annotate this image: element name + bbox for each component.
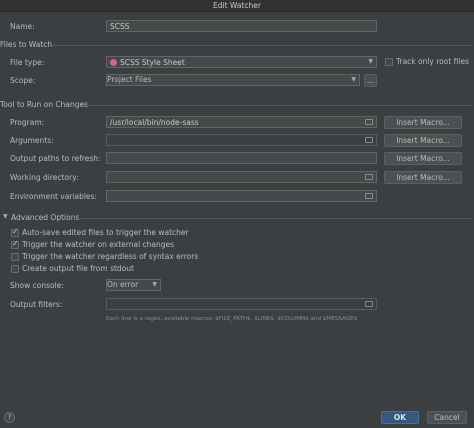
file-type-value: SCSS Style Sheet [120, 58, 185, 67]
external-changes-checkbox[interactable] [11, 239, 19, 249]
chevron-down-icon: ▼ [152, 281, 157, 288]
auto-save-checkbox[interactable] [11, 227, 19, 237]
program-label: Program: [10, 118, 45, 127]
stdout-label: Create output file from stdout [22, 264, 134, 273]
file-type-label: File type: [10, 58, 45, 67]
output-paths-label: Output paths to refresh: [10, 154, 101, 163]
env-vars-label: Environment variables: [10, 192, 97, 201]
chevron-down-icon: ▼ [351, 76, 356, 83]
advanced-separator [74, 218, 472, 219]
insert-macro-button-program[interactable]: Insert Macro... [384, 116, 462, 129]
cancel-button[interactable]: Cancel [427, 411, 467, 424]
output-filters-field[interactable] [106, 298, 377, 310]
title-bar: Edit Watcher [0, 0, 474, 12]
browse-icon[interactable] [365, 193, 373, 199]
working-dir-field[interactable] [106, 171, 377, 183]
file-type-dropdown[interactable]: SCSS Style Sheet ▼ [106, 56, 377, 68]
external-changes-label: Trigger the watcher on external changes [22, 240, 175, 249]
insert-macro-button-working-dir[interactable]: Insert Macro... [384, 171, 462, 184]
help-icon[interactable]: ? [4, 412, 15, 423]
output-paths-field[interactable] [106, 152, 377, 164]
chevron-down-icon: ▼ [368, 58, 373, 65]
auto-save-label: Auto-save edited files to trigger the wa… [22, 228, 189, 237]
sass-file-icon [110, 59, 117, 66]
working-dir-label: Working directory: [10, 173, 79, 182]
insert-macro-button-output-paths[interactable]: Insert Macro... [384, 152, 462, 165]
show-console-value: On error [107, 280, 139, 289]
name-field[interactable]: SCSS [106, 20, 377, 32]
output-filters-hint: Each line is a regex, available macros: … [106, 316, 358, 322]
env-vars-field[interactable] [106, 190, 377, 202]
track-only-root-checkbox[interactable] [385, 58, 393, 66]
tool-header: Tool to Run on Changes [0, 100, 88, 109]
insert-macro-button-arguments[interactable]: Insert Macro... [384, 134, 462, 147]
name-value: SCSS [110, 22, 130, 31]
stdout-checkbox[interactable] [11, 265, 19, 273]
advanced-header[interactable]: Advanced Options [11, 213, 79, 222]
arguments-label: Arguments: [10, 136, 54, 145]
arguments-field[interactable] [106, 134, 377, 146]
expand-icon[interactable] [365, 301, 373, 307]
files-to-watch-header: Files to Watch [0, 40, 53, 49]
ok-button[interactable]: OK [381, 411, 419, 424]
folder-icon[interactable] [365, 119, 373, 125]
track-only-root-label: Track only root files [396, 57, 470, 66]
name-label: Name: [10, 22, 35, 31]
files-to-watch-separator [52, 45, 472, 46]
collapse-icon[interactable]: ▼ [3, 213, 8, 220]
expand-icon[interactable] [365, 137, 373, 143]
program-field[interactable]: /usr/local/bin/node-sass [106, 116, 377, 128]
syntax-errors-checkbox[interactable] [11, 253, 19, 261]
show-console-label: Show console: [10, 281, 64, 290]
syntax-errors-label: Trigger the watcher regardless of syntax… [22, 252, 199, 261]
scope-dropdown[interactable]: Project Files ▼ [106, 74, 360, 86]
output-filters-label: Output filters: [10, 300, 63, 309]
tool-separator [82, 105, 472, 106]
show-console-dropdown[interactable]: On error ▼ [106, 279, 161, 291]
folder-icon[interactable] [365, 174, 373, 180]
scope-value: Project Files [107, 75, 152, 84]
window-title: Edit Watcher [213, 1, 261, 10]
program-value: /usr/local/bin/node-sass [110, 118, 199, 127]
scope-browse-button[interactable]: ... [364, 74, 377, 87]
scope-label: Scope: [10, 76, 36, 85]
